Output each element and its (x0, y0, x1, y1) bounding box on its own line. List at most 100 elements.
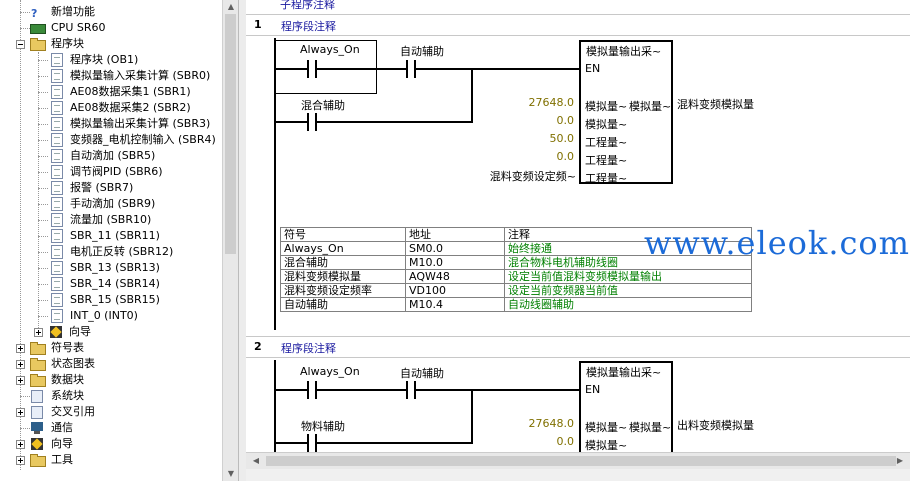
collapse-icon[interactable] (16, 40, 25, 49)
tree-item-ob1[interactable]: 程序块 (OB1) (0, 52, 222, 68)
tree-item-sbr1[interactable]: AE08数据采集1 (SBR1) (0, 84, 222, 100)
program-doc-icon (51, 181, 63, 195)
output-pin: 模拟量~ (629, 421, 672, 434)
input-value[interactable]: 27648.0 (510, 96, 575, 109)
folder-icon (30, 374, 46, 387)
tree-item-sbr10[interactable]: 流量加 (SBR10) (0, 212, 222, 228)
tree-item-sbr2[interactable]: AE08数据采集2 (SBR2) (0, 100, 222, 116)
tree-item-sbr9[interactable]: 手动滴加 (SBR9) (0, 196, 222, 212)
scroll-down-arrow-icon[interactable]: ▼ (223, 467, 239, 481)
project-tree[interactable]: ? 新增功能 CPU SR60 程序块 程序块 (OB1) 模拟量输入采集计算 … (0, 0, 222, 481)
input-value[interactable]: 0.0 (510, 435, 575, 448)
block-title: 模拟量输出采~ (586, 45, 662, 58)
scroll-left-arrow-icon[interactable]: ◀ (248, 453, 264, 469)
expand-icon[interactable] (34, 328, 43, 337)
network-2-header[interactable]: 2 程序段注释 (246, 336, 910, 358)
wire (471, 389, 473, 444)
expand-icon[interactable] (16, 440, 25, 449)
tree-item-sbr3[interactable]: 模拟量输出采集计算 (SBR3) (0, 116, 222, 132)
input-value[interactable]: 27648.0 (510, 417, 575, 430)
wizard-icon (31, 438, 43, 450)
tree-item-sbr4[interactable]: 变频器_电机控制输入 (SBR4) (0, 132, 222, 148)
wire (416, 68, 580, 70)
tree-item-sbr0[interactable]: 模拟量输入采集计算 (SBR0) (0, 68, 222, 84)
tree-item-sbr7[interactable]: 报警 (SBR7) (0, 180, 222, 196)
expand-icon[interactable] (16, 360, 25, 369)
program-doc-icon (51, 53, 63, 67)
subroutine-comment[interactable]: 子程序注释 (280, 0, 335, 12)
contact-mixing-aux[interactable] (307, 113, 317, 131)
cpu-icon (30, 24, 46, 34)
expand-icon[interactable] (16, 408, 25, 417)
tree-item-status-chart[interactable]: 状态图表 (0, 356, 222, 372)
cell-symbol: 混料变频设定频率 (280, 283, 406, 298)
tree-item-sbr15[interactable]: SBR_15 (SBR15) (0, 292, 222, 308)
tree-item-wizard-sub[interactable]: 向导 (0, 324, 222, 340)
contact-label: Always_On (300, 365, 360, 378)
contact-material-aux[interactable] (307, 434, 317, 452)
program-doc-icon (51, 197, 63, 211)
question-icon: ? (31, 7, 38, 20)
tree-vertical-scrollbar[interactable]: ▲ ▼ (222, 0, 239, 481)
contact-label: 自动辅助 (400, 45, 444, 58)
tree-item-sbr14[interactable]: SBR_14 (SBR14) (0, 276, 222, 292)
tree-item-sbr5[interactable]: 自动滴加 (SBR5) (0, 148, 222, 164)
en-pin: EN (585, 383, 601, 396)
tree-item-sbr6[interactable]: 调节阀PID (SBR6) (0, 164, 222, 180)
input-value[interactable]: 混料变频设定频~ (472, 168, 576, 184)
tree-item-sbr13[interactable]: SBR_13 (SBR13) (0, 260, 222, 276)
expand-icon[interactable] (16, 376, 25, 385)
input-pin: 模拟量~ (585, 439, 628, 452)
function-block-analog-output[interactable]: 模拟量输出采~ EN 模拟量~ 模拟量~ 模拟量~ 工程量~ 工程量~ 工程量~ (579, 40, 673, 185)
tree-item-sbr11[interactable]: SBR_11 (SBR11) (0, 228, 222, 244)
tree-item-symbol-table[interactable]: 符号表 (0, 340, 222, 356)
output-value[interactable]: 出料变频模拟量 (677, 417, 754, 433)
power-rail (274, 360, 276, 452)
contact-auto-aux[interactable] (406, 381, 416, 399)
program-doc-icon (51, 277, 63, 291)
folder-icon (30, 342, 46, 355)
ladder-editor[interactable]: 子程序注释 1 程序段注释 Always_On 自动辅助 混合辅助 模拟量输出采… (246, 0, 910, 481)
tree-item-program-block[interactable]: 程序块 (0, 36, 222, 52)
program-doc-icon (51, 149, 63, 163)
cell-comment: 设定当前值混料变频模拟量输出 (504, 269, 752, 284)
tree-item-data-block[interactable]: 数据块 (0, 372, 222, 388)
network-comment[interactable]: 程序段注释 (281, 340, 336, 356)
wire (416, 389, 580, 391)
tree-item-communication[interactable]: 通信 (0, 420, 222, 436)
folder-icon (30, 38, 46, 51)
input-value[interactable]: 0.0 (510, 150, 575, 163)
input-value[interactable]: 0.0 (510, 114, 575, 127)
contact-always-on[interactable] (307, 381, 317, 399)
table-row: 自动辅助 M10.4 自动线圈辅助 (280, 297, 752, 312)
scroll-up-arrow-icon[interactable]: ▲ (223, 0, 239, 14)
tree-item-cpu[interactable]: CPU SR60 (0, 20, 222, 36)
contact-label: 自动辅助 (400, 367, 444, 380)
network-comment[interactable]: 程序段注释 (281, 18, 336, 34)
function-block-analog-output[interactable]: 模拟量输出采~ EN 模拟量~ 模拟量~ 模拟量~ (579, 361, 673, 461)
contact-auto-aux[interactable] (406, 60, 416, 78)
program-doc-icon (51, 101, 63, 115)
expand-icon[interactable] (16, 456, 25, 465)
monitor-icon (31, 422, 43, 434)
tree-item-int0[interactable]: INT_0 (INT0) (0, 308, 222, 324)
tree-item-cross-reference[interactable]: 交叉引用 (0, 404, 222, 420)
system-block-icon (31, 390, 43, 403)
expand-icon[interactable] (16, 344, 25, 353)
tree-item-new-features[interactable]: ? 新增功能 (0, 4, 222, 20)
tree-item-wizard[interactable]: 向导 (0, 436, 222, 452)
editor-horizontal-scrollbar[interactable]: ◀ ▶ (246, 452, 910, 469)
tree-item-system-block[interactable]: 系统块 (0, 388, 222, 404)
tree-item-tools[interactable]: 工具 (0, 452, 222, 468)
tree-item-sbr12[interactable]: 电机正反转 (SBR12) (0, 244, 222, 260)
wizard-icon (50, 326, 62, 338)
network-1-header[interactable]: 1 程序段注释 (246, 14, 910, 36)
output-value[interactable]: 混料变频模拟量 (677, 96, 754, 112)
watermark: www.eleok.com (644, 224, 910, 262)
editor-scroll-thumb[interactable] (266, 456, 896, 466)
tree-scroll-thumb[interactable] (225, 14, 236, 254)
scroll-right-arrow-icon[interactable]: ▶ (892, 453, 908, 469)
cross-reference-icon (31, 406, 43, 419)
cell-symbol: 混合辅助 (280, 255, 406, 270)
input-value[interactable]: 50.0 (510, 132, 575, 145)
